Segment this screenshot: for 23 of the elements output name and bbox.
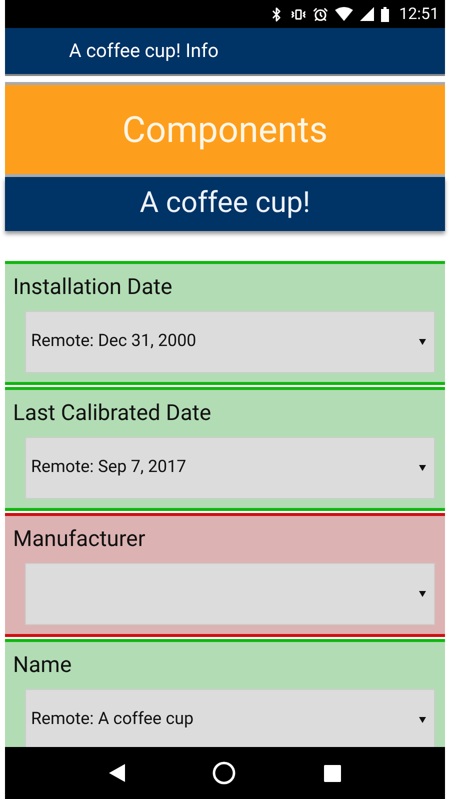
home-icon[interactable] bbox=[212, 761, 236, 785]
field-label: Last Calibrated Date bbox=[12, 400, 212, 428]
alarm-icon bbox=[313, 6, 328, 22]
recent-apps-icon[interactable] bbox=[324, 764, 342, 782]
dropdown-arrow-icon bbox=[419, 339, 426, 345]
dropdown[interactable]: Remote: A coffee cup bbox=[25, 689, 435, 747]
signal-icon bbox=[360, 7, 374, 21]
item-title: A coffee cup! bbox=[140, 185, 310, 222]
clock-time: 12:51 bbox=[399, 3, 439, 25]
dropdown-arrow-icon bbox=[419, 465, 426, 471]
dropdown[interactable]: Remote: Sep 7, 2017 bbox=[25, 437, 435, 499]
battery-icon bbox=[381, 6, 390, 22]
app-bar-title: A coffee cup! Info bbox=[69, 38, 219, 64]
dropdown-arrow-icon bbox=[419, 717, 426, 723]
vibrate-icon bbox=[291, 6, 306, 22]
wifi-icon bbox=[335, 7, 354, 21]
back-icon[interactable] bbox=[108, 764, 125, 782]
category-title: Components bbox=[122, 108, 328, 152]
field-label: Installation Date bbox=[12, 274, 174, 302]
dropdown-arrow-icon bbox=[419, 591, 426, 597]
field-label: Name bbox=[12, 652, 73, 680]
field-label: Manufacturer bbox=[12, 526, 146, 554]
dropdown[interactable]: Remote: Dec 31, 2000 bbox=[25, 311, 435, 373]
